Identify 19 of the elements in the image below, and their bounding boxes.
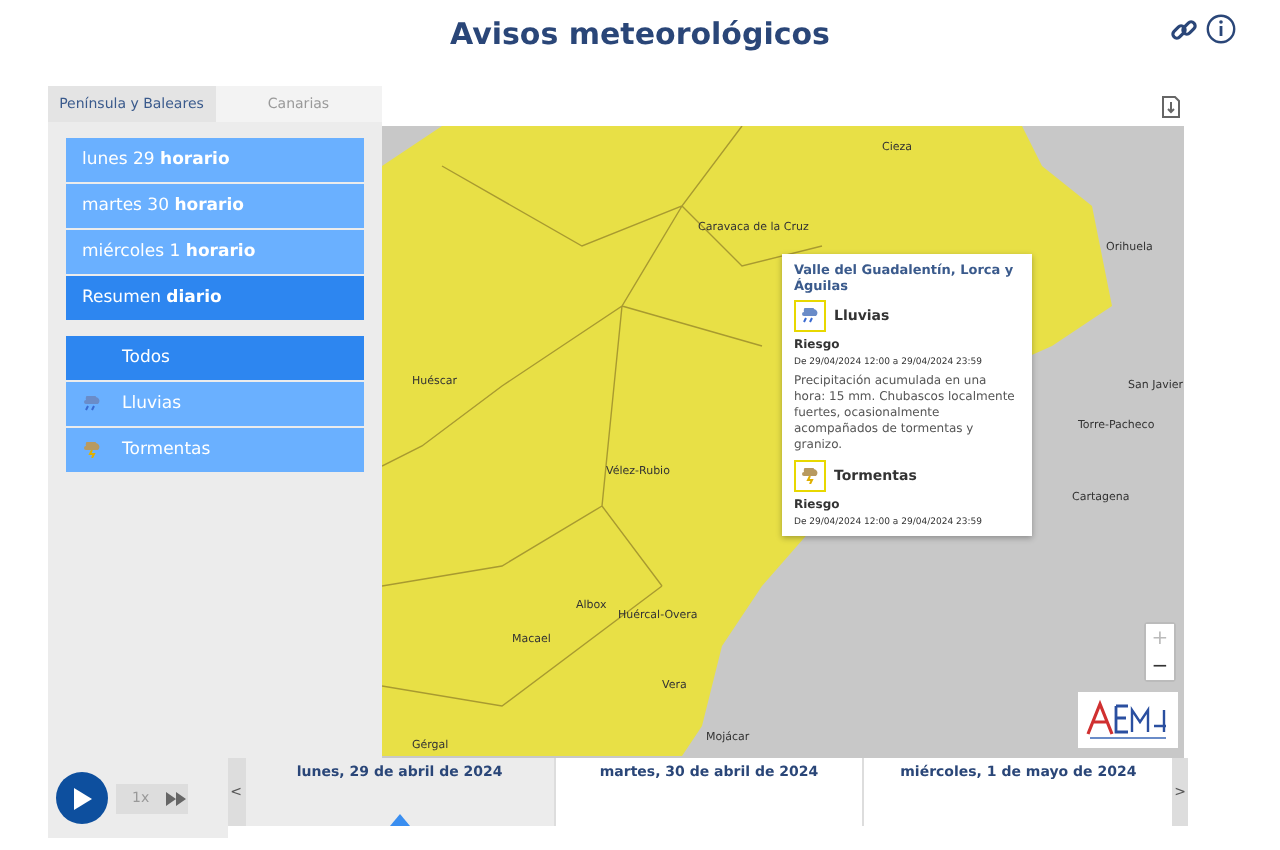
info-icon[interactable] xyxy=(1206,14,1236,44)
phenomenon-option[interactable]: Lluvias xyxy=(66,382,364,426)
day-option[interactable]: Resumen diario xyxy=(66,276,364,320)
rain-cloud-icon xyxy=(82,396,102,412)
storm-cloud-icon xyxy=(82,442,102,458)
phenomenon-option[interactable]: Todos xyxy=(66,336,364,380)
day-option[interactable]: martes 30 horario xyxy=(66,184,364,228)
fast-forward-icon[interactable] xyxy=(165,791,188,805)
download-icon[interactable] xyxy=(1162,95,1180,117)
day-option[interactable]: miércoles 1 horario xyxy=(66,230,364,274)
phenomenon-option[interactable]: Tormentas xyxy=(66,428,364,472)
play-icon xyxy=(72,787,92,809)
rain-cloud-icon xyxy=(800,308,820,324)
page-title: Avisos meteorológicos xyxy=(450,16,830,52)
play-button[interactable] xyxy=(56,772,108,824)
day-option[interactable]: lunes 29 horario xyxy=(66,138,364,182)
current-day-marker xyxy=(389,814,410,826)
storm-cloud-icon xyxy=(800,468,820,485)
link-icon[interactable] xyxy=(1168,14,1200,46)
